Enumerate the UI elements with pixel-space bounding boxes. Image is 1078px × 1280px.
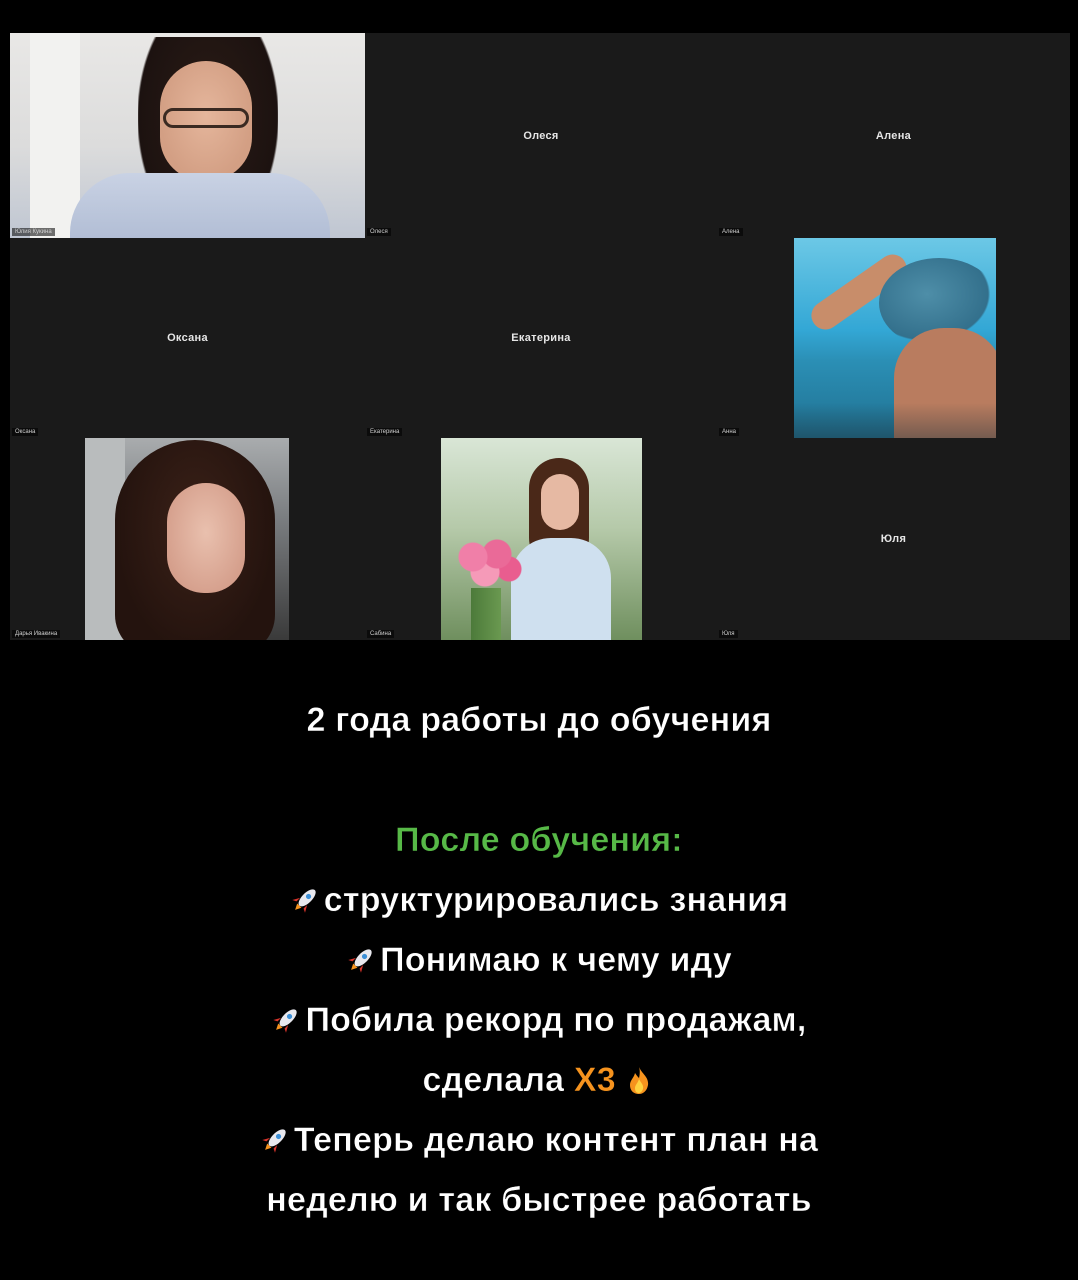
participant-name: Юля (880, 533, 907, 545)
participant-name-tag: Оксана (12, 428, 39, 436)
participant-tile-video-4[interactable]: Сабина (365, 438, 717, 640)
participant-name: Олеся (523, 129, 559, 142)
participant-name-tag: Алена (719, 228, 743, 236)
caption-item: Теперь делаю контент план на (0, 1110, 1078, 1170)
caption-headline: 2 года работы до обучения (306, 701, 772, 740)
caption-subheading: После обучения: (395, 821, 683, 860)
rocket-icon (290, 874, 320, 934)
story-caption: 2 года работы до обучения После обучения… (0, 690, 1078, 1230)
participant-video (10, 33, 365, 238)
participant-video (85, 438, 289, 640)
caption-item: структурировались знания (0, 870, 1078, 930)
participant-name-tag: Дарья Ивакина (12, 630, 61, 638)
participant-tile-alena[interactable]: Алена Алена (717, 33, 1070, 238)
caption-item: Понимаю к чему иду (0, 930, 1078, 990)
caption-item-continuation: сделала Х3 (0, 1050, 1078, 1110)
participant-name: Оксана (167, 332, 208, 344)
participant-name-tag: Юлия Кукина (12, 228, 55, 236)
participant-name-tag: Юля (719, 630, 738, 638)
participant-tile-ekaterina[interactable]: Екатерина Екатерина (365, 238, 717, 438)
rocket-icon (346, 934, 376, 994)
participant-tile-video-2[interactable]: Анна (717, 238, 1070, 438)
caption-highlight: Х3 (573, 1061, 616, 1100)
participant-name-tag: Олеся (367, 228, 391, 236)
participant-tile-oksana[interactable]: Оксана Оксана (10, 238, 365, 438)
caption-item: Побила рекорд по продажам, (0, 990, 1078, 1050)
participant-tile-video-1[interactable]: Юлия Кукина (10, 33, 365, 238)
rocket-icon (260, 1114, 290, 1174)
participant-tile-yulya[interactable]: Юля Юля (717, 438, 1070, 640)
rocket-icon (271, 994, 301, 1054)
fire-icon (626, 1054, 652, 1114)
participant-video (794, 238, 996, 438)
participant-name: Екатерина (511, 332, 571, 344)
participant-name-tag: Сабина (367, 630, 395, 638)
participant-tile-olesya[interactable]: Олеся Олеся (365, 33, 717, 238)
participant-name: Алена (875, 129, 912, 142)
caption-item-continuation: неделю и так быстрее работать (266, 1181, 812, 1220)
participant-name-tag: Анна (719, 428, 739, 436)
participant-name-tag: Екатерина (367, 428, 403, 436)
participant-tile-video-3[interactable]: Дарья Ивакина (10, 438, 365, 640)
video-call-grid: Юлия Кукина Олеся Олеся Алена Алена Окса… (10, 33, 1070, 640)
participant-video (441, 438, 642, 640)
